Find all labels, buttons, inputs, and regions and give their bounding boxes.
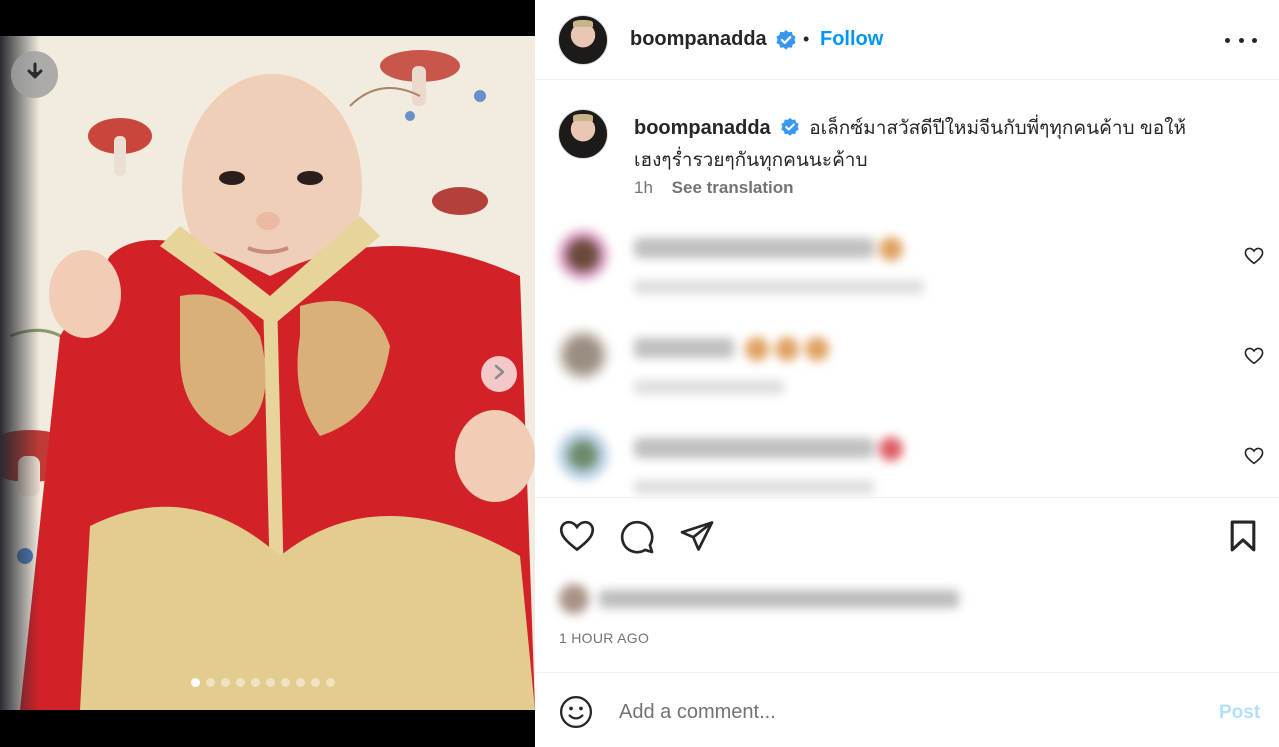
comment-meta	[634, 380, 784, 394]
comment-emoji	[775, 337, 799, 361]
carousel-dot	[296, 678, 305, 687]
post-timestamp[interactable]: 1 HOUR AGO	[559, 630, 649, 646]
comment-item	[535, 425, 1279, 515]
caption-meta: 1h See translation	[634, 178, 794, 198]
carousel-dot	[236, 678, 245, 687]
next-slide-button[interactable]	[481, 356, 517, 392]
likes-avatar	[559, 584, 589, 614]
caption-avatar[interactable]	[558, 109, 608, 159]
carousel-dot	[311, 678, 320, 687]
download-button[interactable]	[11, 51, 58, 98]
comment-avatar	[558, 430, 608, 480]
post-photo	[0, 36, 535, 710]
carousel-dot	[326, 678, 335, 687]
likes-text	[599, 590, 959, 608]
carousel-dots	[191, 678, 335, 687]
comment-meta	[634, 280, 924, 294]
media-pane	[0, 0, 535, 747]
post-header: boompanadda • Follow	[535, 0, 1279, 80]
photo-shade-left	[0, 36, 40, 710]
post-comment-button[interactable]: Post	[1219, 702, 1260, 724]
post-side-panel: boompanadda • Follow boompanadda อเล็กซ์…	[535, 0, 1279, 747]
likes-summary[interactable]	[559, 584, 969, 614]
comment-emoji	[879, 237, 903, 261]
comment-emoji	[879, 437, 903, 461]
comment-like-heart-icon[interactable]	[1244, 447, 1264, 470]
carousel-dot	[221, 678, 230, 687]
comment-emoji	[745, 337, 769, 361]
author-avatar[interactable]	[558, 15, 608, 65]
heart-icon[interactable]	[559, 519, 595, 558]
comment-icon[interactable]	[619, 519, 655, 560]
carousel-dot	[251, 678, 260, 687]
carousel-dot	[266, 678, 275, 687]
comment-meta	[634, 480, 874, 494]
post-dialog: boompanadda • Follow boompanadda อเล็กซ์…	[0, 0, 1279, 747]
follow-button[interactable]: Follow	[820, 28, 883, 51]
caption-body-line2: เฮงๆร่ำรวยๆกันทุกคนนะค้าบ	[634, 150, 868, 171]
comment-text	[634, 438, 874, 458]
bookmark-icon[interactable]	[1227, 519, 1259, 558]
header-separator: •	[803, 29, 810, 49]
comment-composer: Post	[535, 672, 1279, 747]
comment-text	[634, 238, 874, 258]
verified-badge-icon	[780, 117, 800, 146]
comment-like-heart-icon[interactable]	[1244, 247, 1264, 270]
comment-emoji	[805, 337, 829, 361]
baby-photo-illustration	[0, 36, 535, 710]
author-username[interactable]: boompanadda	[630, 28, 767, 51]
caption-text: boompanadda อเล็กซ์มาสวัสดีปีใหม่จีนกับพ…	[634, 114, 1234, 175]
see-translation-link[interactable]: See translation	[672, 178, 794, 197]
comment-item	[535, 225, 1279, 315]
comment-avatar	[558, 230, 608, 280]
comment-avatar	[558, 330, 608, 380]
carousel-dot	[191, 678, 200, 687]
caption-age: 1h	[634, 178, 653, 197]
carousel-dot	[281, 678, 290, 687]
caption-username[interactable]: boompanadda	[634, 117, 771, 139]
comment-like-heart-icon[interactable]	[1244, 347, 1264, 370]
action-bar	[535, 515, 1279, 559]
verified-badge-icon	[775, 29, 797, 56]
carousel-dot	[206, 678, 215, 687]
emoji-icon[interactable]	[559, 695, 593, 734]
comment-input[interactable]	[619, 697, 1179, 727]
comment-text	[634, 338, 734, 358]
comments-divider	[535, 497, 1279, 498]
caption-body-line1: อเล็กซ์มาสวัสดีปีใหม่จีนกับพี่ๆทุกคนค้าบ…	[809, 118, 1187, 139]
comment-item	[535, 325, 1279, 415]
chevron-right-icon	[492, 364, 506, 385]
share-icon[interactable]	[679, 519, 715, 558]
download-icon	[24, 61, 46, 88]
more-options-icon[interactable]	[1225, 30, 1257, 50]
